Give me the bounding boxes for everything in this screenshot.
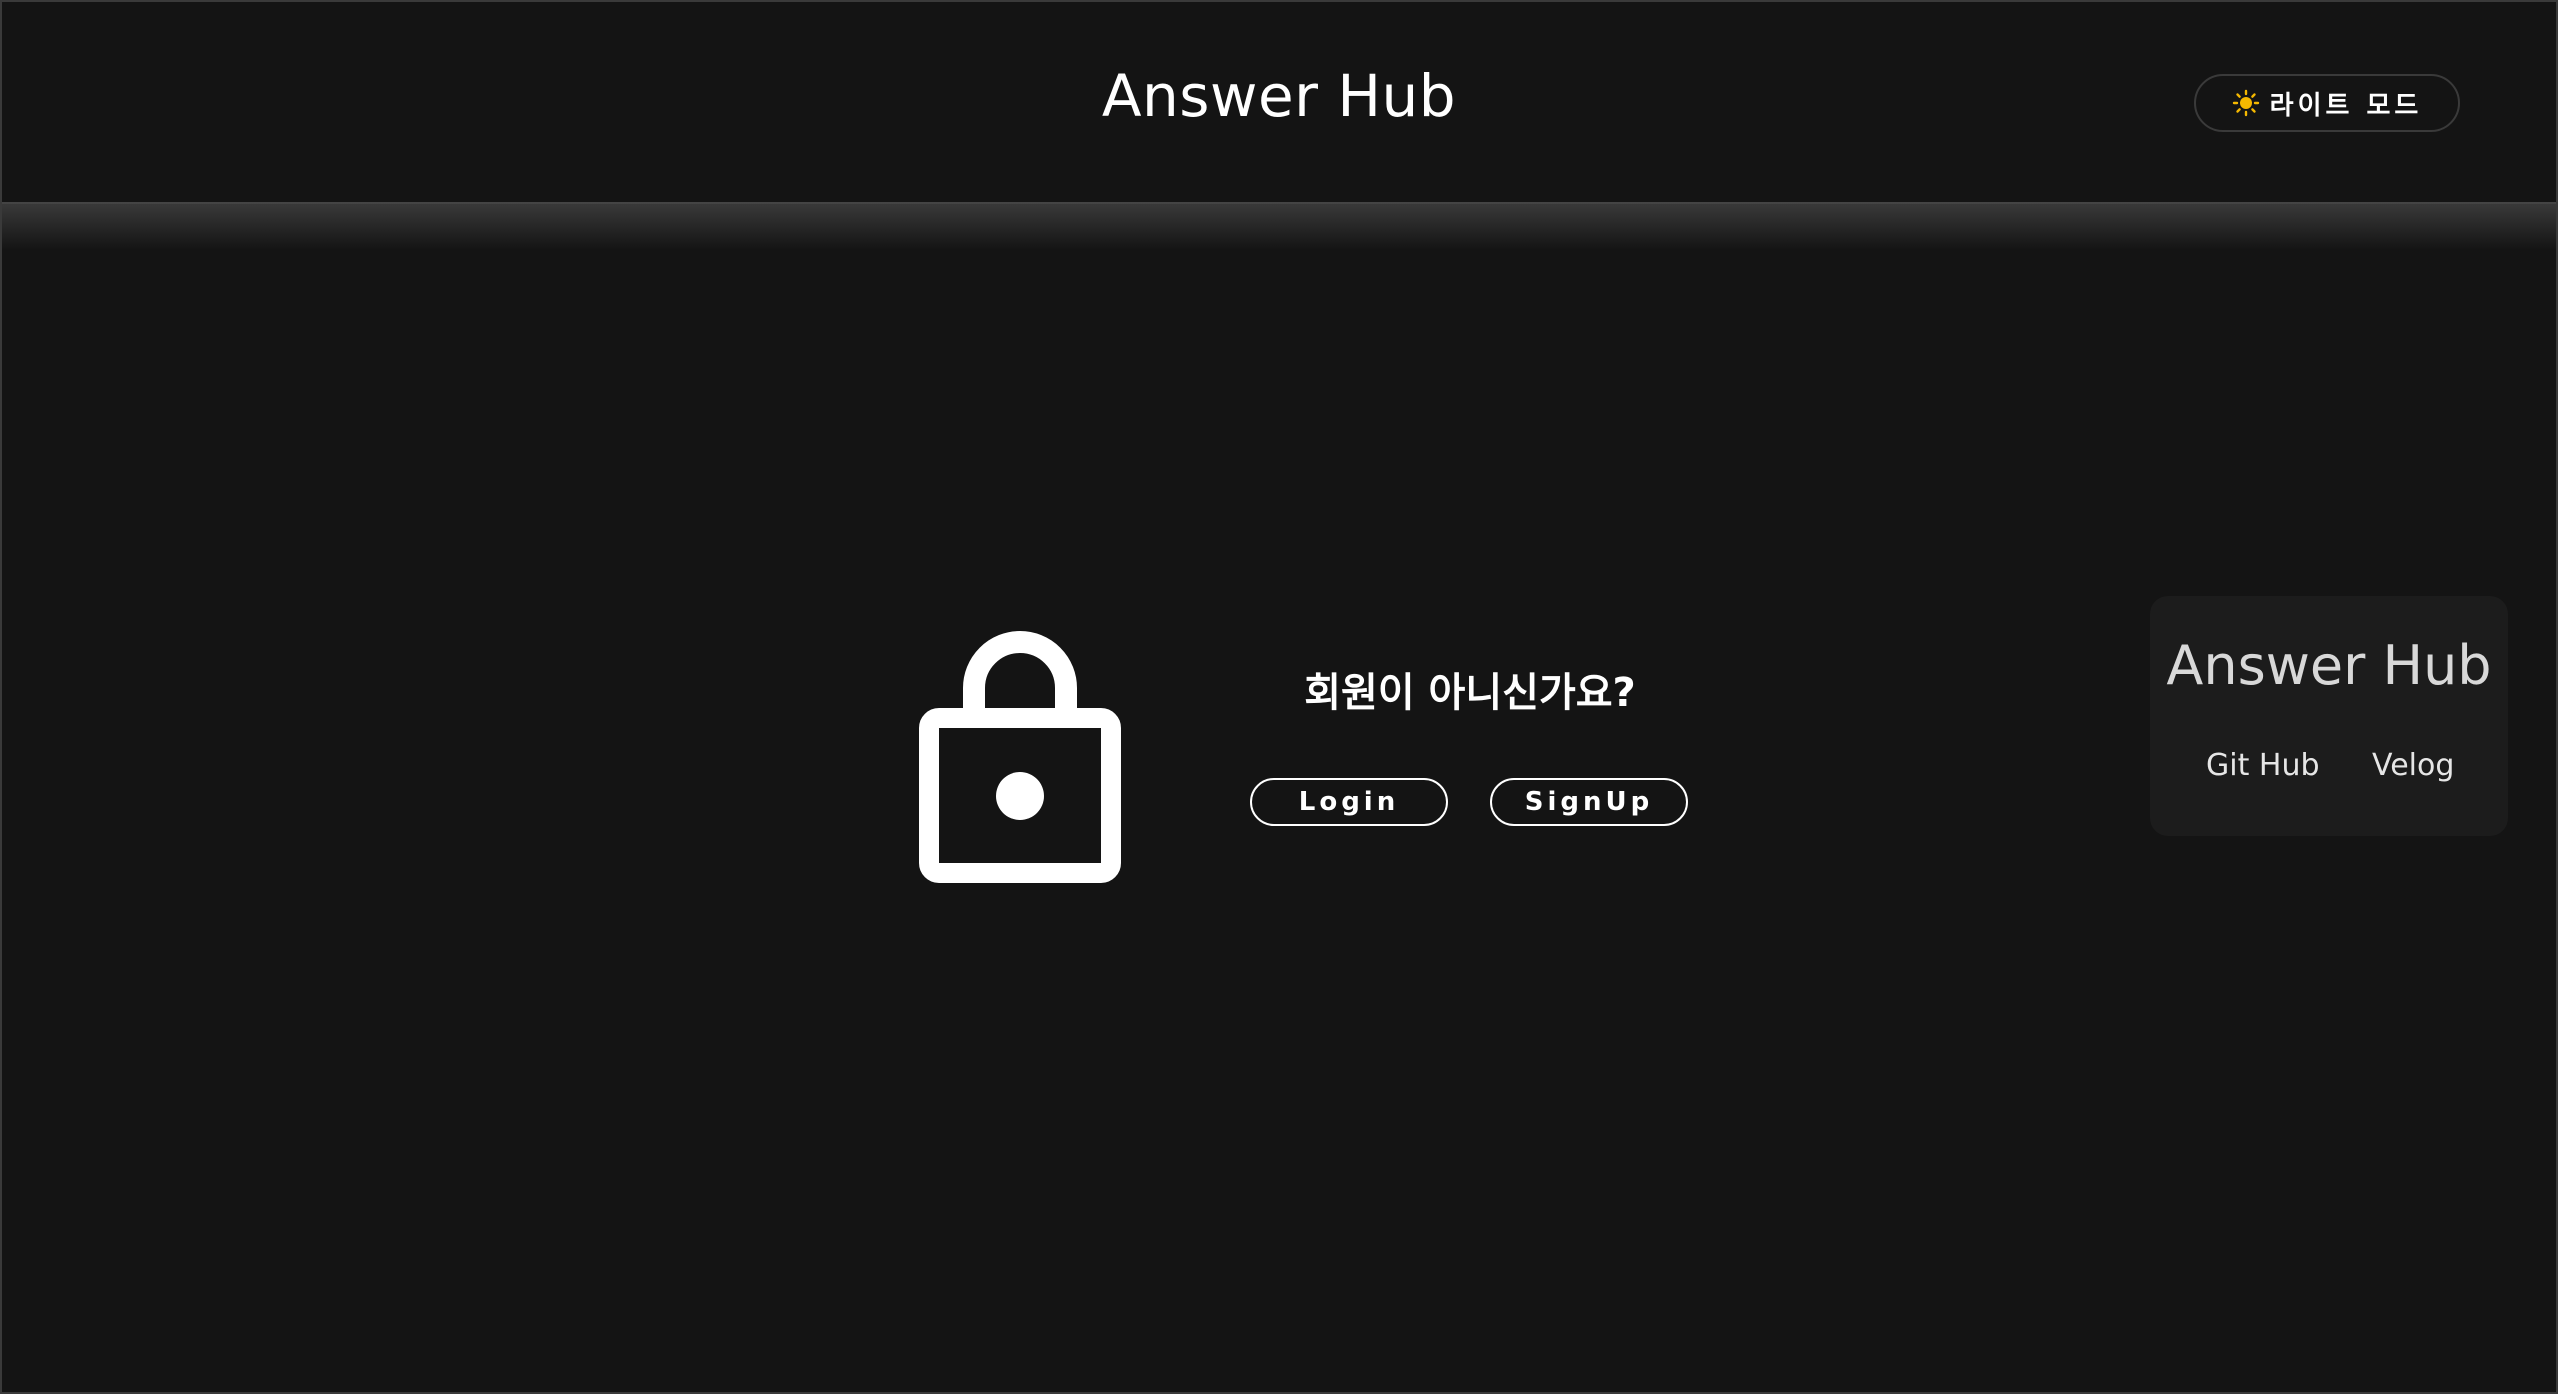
- signup-button[interactable]: SignUp: [1490, 778, 1688, 826]
- sun-icon: [2232, 89, 2259, 117]
- lock-icon: [919, 631, 1121, 883]
- velog-link[interactable]: Velog: [2372, 748, 2454, 783]
- card-title: Answer Hub: [2166, 634, 2492, 697]
- top-header: Answer Hub 라이트 모드: [2, 2, 2556, 204]
- github-link[interactable]: Git Hub: [2206, 748, 2320, 783]
- login-button[interactable]: Login: [1250, 778, 1448, 826]
- theme-toggle-button[interactable]: 라이트 모드: [2194, 74, 2460, 132]
- side-info-card: Answer Hub Git Hub Velog: [2150, 596, 2508, 836]
- site-title[interactable]: Answer Hub: [2, 62, 2556, 130]
- theme-toggle-label: 라이트 모드: [2269, 90, 2423, 121]
- header-shadow: [2, 202, 2556, 250]
- login-prompt-text: 회원이 아니신가요?: [1304, 670, 1636, 716]
